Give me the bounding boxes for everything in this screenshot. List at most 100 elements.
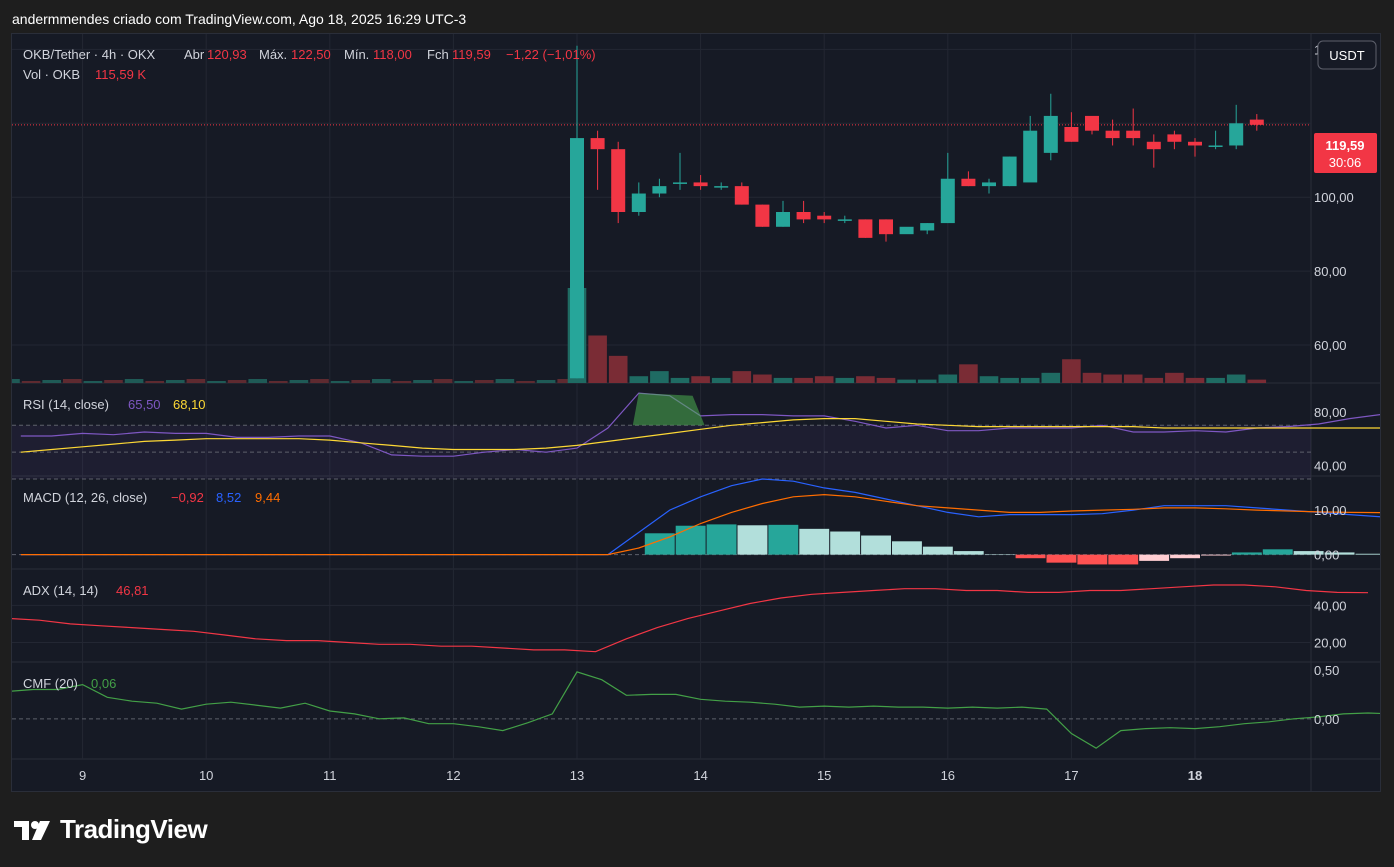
volume-bar [1226,374,1246,383]
candle-body [1188,141,1202,146]
adx-tick-label: 40,00 [1314,598,1347,613]
candle-body [1085,115,1099,131]
candle-body [982,182,996,187]
currency-button[interactable]: USDT [1317,40,1377,70]
volume-bar [1206,377,1225,383]
candle-body [837,219,852,221]
candle-body [879,219,893,235]
legend-close-label: Fch [427,47,449,62]
volume-bar [1041,372,1061,383]
volume-bar [351,380,370,383]
macd-histogram-bar [768,524,799,555]
candle-body [1002,156,1017,187]
adx-pane[interactable] [8,584,1369,653]
rsi-ma-value: 68,10 [173,397,206,412]
legend-high: 122,50 [291,47,331,62]
macd-signal-value: 9,44 [255,490,280,505]
volume-bar [63,379,82,383]
candle-body [776,212,790,227]
volume-bar [608,355,628,383]
candle-body [1023,130,1038,183]
chart-svg[interactable]: 9101112131415161718100,0080,0060,00140,0… [1,34,1394,791]
volume-bar [269,381,288,383]
volume-bar [711,377,731,383]
volume-bar [248,379,267,383]
volume-bar [289,380,309,383]
candle-body [858,219,873,238]
volume-bar [1020,377,1040,383]
volume-bar [124,379,144,383]
cmf-value: 0,06 [91,676,116,691]
volume-bar [433,379,453,383]
candle-body [1105,130,1120,139]
volume-bar [1144,377,1164,383]
volume-bar [938,374,958,383]
time-tick-label: 14 [693,768,707,783]
macd-histogram-bar [675,525,706,555]
candle-body [714,186,729,188]
macd-histogram-bar [1139,554,1170,561]
tradingview-logo[interactable]: TradingView [14,814,208,845]
time-tick-label: 12 [446,768,460,783]
rsi-tick-label: 40,00 [1314,459,1347,474]
currency-button-label: USDT [1329,48,1364,63]
volume-bar [1185,377,1205,383]
macd-tick-label: 10,00 [1314,503,1347,518]
chart-area[interactable]: 9101112131415161718100,0080,0060,00140,0… [1,33,1394,792]
candle-body [611,149,626,212]
cmf-pane[interactable] [8,671,1394,749]
legend-high-label: Máx. [259,47,287,62]
price-tick-label: 80,00 [1314,264,1347,279]
legend-symbol: OKB/Tether · 4h · OKX [23,47,156,62]
legend-vol-label: Vol · OKB [23,67,80,82]
volume-bar [186,379,206,383]
legend-vol: 115,59 K [95,67,146,82]
cmf-tick-label: 0,00 [1314,712,1339,727]
cmf-tick-label: 0,50 [1314,663,1339,678]
volume-bar [372,379,391,383]
time-tick-label: 15 [817,768,831,783]
volume-bar [814,376,834,383]
macd-histogram-bar [1355,553,1386,555]
cmf-line [8,671,1394,749]
adx-tick-label: 20,00 [1314,635,1347,650]
last-price-value: 119,59 [1325,138,1364,153]
volume-bar [650,371,669,383]
macd-histogram-bar [1231,552,1262,555]
candle-body [755,204,770,227]
time-tick-label: 10 [199,768,213,783]
volume-bar [1082,372,1102,383]
macd-hist-value: −0,92 [171,490,204,505]
adx-line [8,584,1369,653]
macd-histogram-bar [830,531,861,555]
time-tick-label: 16 [941,768,955,783]
candle-body [920,223,935,231]
volume-bar [495,379,515,383]
rsi-pane[interactable] [12,392,1394,480]
volume-bar [413,380,432,383]
volume-bar [588,335,607,383]
volume-bar [42,380,61,383]
macd-histogram-bar [922,546,953,555]
candle-body [631,193,646,212]
price-pane[interactable] [1,45,1311,383]
volume-bar [536,380,556,383]
volume-bar [104,380,123,383]
volume-bar [835,377,855,383]
adx-label: ADX (14, 14) [23,583,98,598]
volume-bar [856,376,875,383]
macd-label: MACD (12, 26, close) [23,490,147,505]
legend-low: 118,00 [373,47,412,62]
tradingview-logo-text: TradingView [60,814,208,844]
time-tick-label: 9 [79,768,86,783]
volume-bar [794,377,813,383]
volume-bar [1123,374,1143,383]
volume-bar [227,380,247,383]
candle-body [940,178,955,224]
macd-histogram-bar [1262,549,1293,555]
legend-change: −1,22 (−1,01%) [506,47,596,62]
candle-body [693,182,708,187]
price-tick-label: 100,00 [1314,190,1354,205]
legend-close: 119,59 [452,47,491,62]
volume-bar [1247,379,1267,383]
